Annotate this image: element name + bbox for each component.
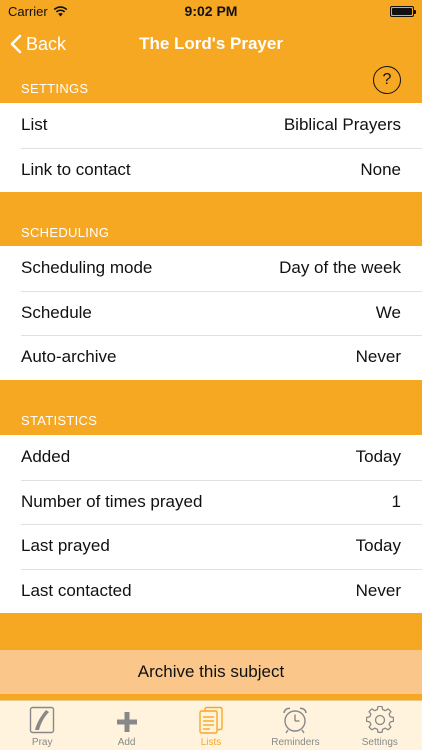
tab-label: Pray — [31, 737, 53, 748]
row-label: Last prayed — [21, 536, 110, 556]
battery-fill — [392, 7, 412, 15]
page-title: The Lord's Prayer — [139, 34, 283, 53]
section-header-settings: SETTINGS — [21, 81, 89, 96]
settings-group: List Biblical Prayers Link to contact No… — [0, 103, 422, 192]
archive-subject-button[interactable]: Archive this subject — [0, 650, 422, 694]
row-auto-archive[interactable]: Auto-archive Never — [0, 335, 422, 380]
row-label: Last contacted — [21, 580, 132, 600]
row-value: Today — [355, 536, 401, 556]
tab-settings[interactable]: Settings — [338, 706, 422, 748]
row-label: Scheduling mode — [21, 258, 153, 278]
tab-add[interactable]: Add — [84, 710, 168, 748]
section-header-scheduling: SCHEDULING — [21, 225, 110, 240]
tab-label: Lists — [200, 737, 222, 748]
row-label: List — [21, 115, 48, 135]
tab-bar: Pray Add Lists Reminders Settings — [0, 700, 422, 750]
tab-reminders[interactable]: Reminders — [253, 706, 337, 748]
help-button[interactable]: ? — [373, 66, 401, 94]
tab-label: Reminders — [271, 737, 320, 748]
row-value: Today — [355, 447, 401, 467]
tab-label: Settings — [361, 737, 398, 748]
tab-lists[interactable]: Lists — [169, 706, 253, 748]
help-icon: ? — [382, 71, 392, 88]
row-link-to-contact[interactable]: Link to contact None — [0, 147, 422, 193]
row-value: None — [360, 159, 401, 179]
chevron-left-icon — [10, 34, 22, 54]
row-value: We — [375, 302, 401, 322]
nav-bar: Back The Lord's Prayer — [0, 22, 422, 66]
scheduling-group: Scheduling mode Day of the week Schedule… — [0, 246, 422, 380]
back-label: Back — [26, 33, 67, 54]
row-times-prayed: Number of times prayed 1 — [0, 479, 422, 525]
row-added: Added Today — [0, 435, 422, 480]
status-bar: Carrier 9:02 PM — [0, 0, 422, 22]
wifi-icon — [53, 5, 68, 16]
alarm-clock-icon — [283, 707, 308, 734]
row-label: Auto-archive — [21, 347, 117, 367]
row-label: Link to contact — [21, 159, 131, 179]
battery-icon — [390, 5, 416, 17]
row-label: Schedule — [21, 302, 92, 322]
statistics-group: Added Today Number of times prayed 1 Las… — [0, 435, 422, 613]
row-value: Never — [355, 347, 401, 367]
lists-icon — [199, 706, 223, 734]
row-value: Day of the week — [279, 258, 401, 278]
row-schedule[interactable]: Schedule We — [0, 290, 422, 336]
row-label: Added — [21, 447, 71, 467]
row-label: Number of times prayed — [21, 491, 203, 511]
row-list[interactable]: List Biblical Prayers — [0, 103, 422, 148]
pray-icon — [30, 706, 55, 734]
tab-pray[interactable]: Pray — [0, 706, 84, 748]
tab-label: Add — [117, 737, 136, 748]
row-value: Never — [355, 580, 401, 600]
gear-icon — [365, 706, 394, 733]
plus-icon — [116, 712, 137, 732]
row-last-prayed: Last prayed Today — [0, 524, 422, 569]
status-left: Carrier — [8, 4, 68, 19]
section-header-statistics: STATISTICS — [21, 413, 98, 428]
row-value: Biblical Prayers — [283, 115, 401, 135]
row-last-contacted: Last contacted Never — [0, 568, 422, 614]
row-value: 1 — [391, 491, 401, 511]
carrier-label: Carrier — [8, 3, 48, 19]
row-scheduling-mode[interactable]: Scheduling mode Day of the week — [0, 246, 422, 291]
back-button[interactable]: Back — [10, 22, 66, 66]
